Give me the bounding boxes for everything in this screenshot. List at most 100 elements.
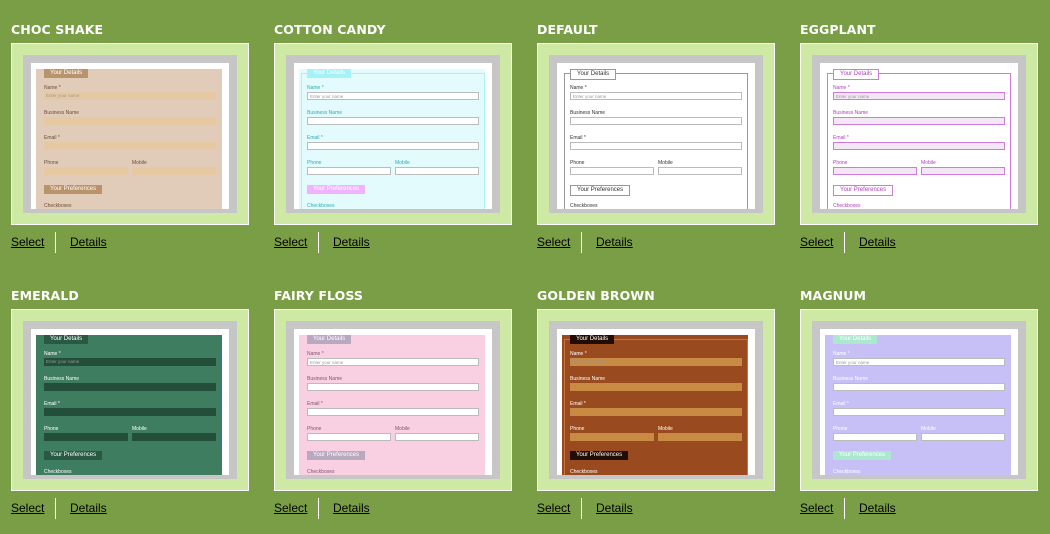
thumbnail-border: Your Details Name * Enter your name Busines… <box>812 321 1026 479</box>
mobile-input <box>395 167 479 175</box>
phone-input <box>833 433 917 441</box>
details-legend: Your Details <box>44 69 89 78</box>
select-link[interactable]: Select <box>537 501 570 515</box>
link-separator <box>318 232 319 253</box>
email-label: Email * <box>44 135 60 141</box>
phone-label: Phone <box>307 160 322 166</box>
email-input <box>44 408 216 416</box>
email-input <box>833 142 1005 150</box>
prefs-legend: Your Preferences <box>307 185 366 194</box>
select-link[interactable]: Select <box>800 235 833 249</box>
thumbnail-preview: Your Details Name * Enter your name Busines… <box>294 63 492 209</box>
details-link[interactable]: Details <box>333 501 370 515</box>
business-input <box>570 117 742 125</box>
phone-input <box>833 167 917 175</box>
link-separator <box>55 232 56 253</box>
business-input <box>44 117 216 125</box>
mobile-label: Mobile <box>395 426 410 432</box>
name-label: Name * <box>44 351 61 357</box>
theme-thumbnail[interactable]: Your Details Name * Enter your name Busines… <box>800 309 1038 491</box>
phone-input <box>307 167 391 175</box>
select-link[interactable]: Select <box>274 501 307 515</box>
select-link[interactable]: Select <box>274 235 307 249</box>
details-link[interactable]: Details <box>859 235 896 249</box>
thumbnail-preview: Your Details Name * Enter your name Busines… <box>820 329 1018 475</box>
theme-thumbnail[interactable]: Your Details Name * Enter your name Busines… <box>11 309 249 491</box>
business-input <box>833 117 1005 125</box>
select-link[interactable]: Select <box>11 501 44 515</box>
theme-title: GOLDEN BROWN <box>537 288 655 303</box>
mobile-label: Mobile <box>658 426 673 432</box>
link-separator <box>844 498 845 519</box>
details-link[interactable]: Details <box>596 235 633 249</box>
theme-thumbnail[interactable]: Your Details Name * Enter your name Busines… <box>274 309 512 491</box>
business-label: Business Name <box>307 110 343 116</box>
prefs-legend: Your Preferences <box>570 451 629 460</box>
details-link[interactable]: Details <box>70 235 107 249</box>
theme-links: Select Details <box>800 498 1038 520</box>
link-separator <box>55 498 56 519</box>
theme-thumbnail[interactable]: Your Details Name * Enter your name Busines… <box>537 43 775 225</box>
name-label: Name * <box>44 85 61 91</box>
name-label: Name * <box>307 351 324 357</box>
business-label: Business Name <box>833 376 869 382</box>
prefs-legend: Your Preferences <box>833 451 892 460</box>
mobile-input <box>658 167 742 175</box>
prefs-legend: Your Preferences <box>44 451 103 460</box>
business-input <box>570 383 742 391</box>
thumbnail-border: Your Details Name * Enter your name Busines… <box>23 321 237 479</box>
theme-links: Select Details <box>11 232 249 254</box>
select-link[interactable]: Select <box>11 235 44 249</box>
details-legend: Your Details <box>833 335 878 344</box>
mini-form: Your Details Name * Enter your name Busines… <box>825 69 1011 209</box>
link-separator <box>581 232 582 253</box>
details-link[interactable]: Details <box>70 501 107 515</box>
business-input <box>307 383 479 391</box>
mini-form: Your Details Name * Enter your name Busines… <box>825 335 1011 475</box>
link-separator <box>581 498 582 519</box>
phone-input <box>44 433 128 441</box>
name-input: Enter your name <box>307 358 479 366</box>
theme-thumbnail[interactable]: Your Details Name * Enter your name Busines… <box>537 309 775 491</box>
thumbnail-preview: Your Details Name * Enter your name Busines… <box>294 329 492 475</box>
select-link[interactable]: Select <box>800 501 833 515</box>
email-input <box>570 142 742 150</box>
business-label: Business Name <box>833 110 869 116</box>
thumbnail-preview: Your Details Name * Enter your name Busines… <box>31 329 229 475</box>
theme-title: DEFAULT <box>537 22 598 37</box>
phone-label: Phone <box>570 160 585 166</box>
phone-input <box>307 433 391 441</box>
prefs-legend: Your Preferences <box>570 185 631 196</box>
name-input: Enter your name <box>570 358 742 366</box>
email-label: Email * <box>44 401 60 407</box>
business-input <box>307 117 479 125</box>
email-input <box>307 142 479 150</box>
theme-thumbnail[interactable]: Your Details Name * Enter your name Busines… <box>800 43 1038 225</box>
theme-thumbnail[interactable]: Your Details Name * Enter your name Busines… <box>274 43 512 225</box>
thumbnail-border: Your Details Name * Enter your name Busines… <box>812 55 1026 213</box>
theme-title: CHOC SHAKE <box>11 22 104 37</box>
details-link[interactable]: Details <box>596 501 633 515</box>
details-link[interactable]: Details <box>859 501 896 515</box>
thumbnail-preview: Your Details Name * Enter your name Busines… <box>820 63 1018 209</box>
business-input <box>833 383 1005 391</box>
link-separator <box>318 498 319 519</box>
mini-form: Your Details Name * Enter your name Busines… <box>36 335 222 475</box>
phone-label: Phone <box>833 426 848 432</box>
theme-title: FAIRY FLOSS <box>274 288 364 303</box>
theme-links: Select Details <box>537 232 775 254</box>
details-link[interactable]: Details <box>333 235 370 249</box>
theme-title: EMERALD <box>11 288 79 303</box>
mini-form: Your Details Name * Enter your name Busines… <box>562 335 748 475</box>
theme-thumbnail[interactable]: Your Details Name * Enter your name Busines… <box>11 43 249 225</box>
select-link[interactable]: Select <box>537 235 570 249</box>
mobile-input <box>395 433 479 441</box>
phone-label: Phone <box>44 160 59 166</box>
email-input <box>570 408 742 416</box>
details-legend: Your Details <box>833 69 880 80</box>
email-label: Email * <box>307 401 323 407</box>
thumbnail-border: Your Details Name * Enter your name Busines… <box>549 321 763 479</box>
details-legend: Your Details <box>570 335 615 344</box>
thumbnail-preview: Your Details Name * Enter your name Busines… <box>31 63 229 209</box>
thumbnail-preview: Your Details Name * Enter your name Busines… <box>557 63 755 209</box>
